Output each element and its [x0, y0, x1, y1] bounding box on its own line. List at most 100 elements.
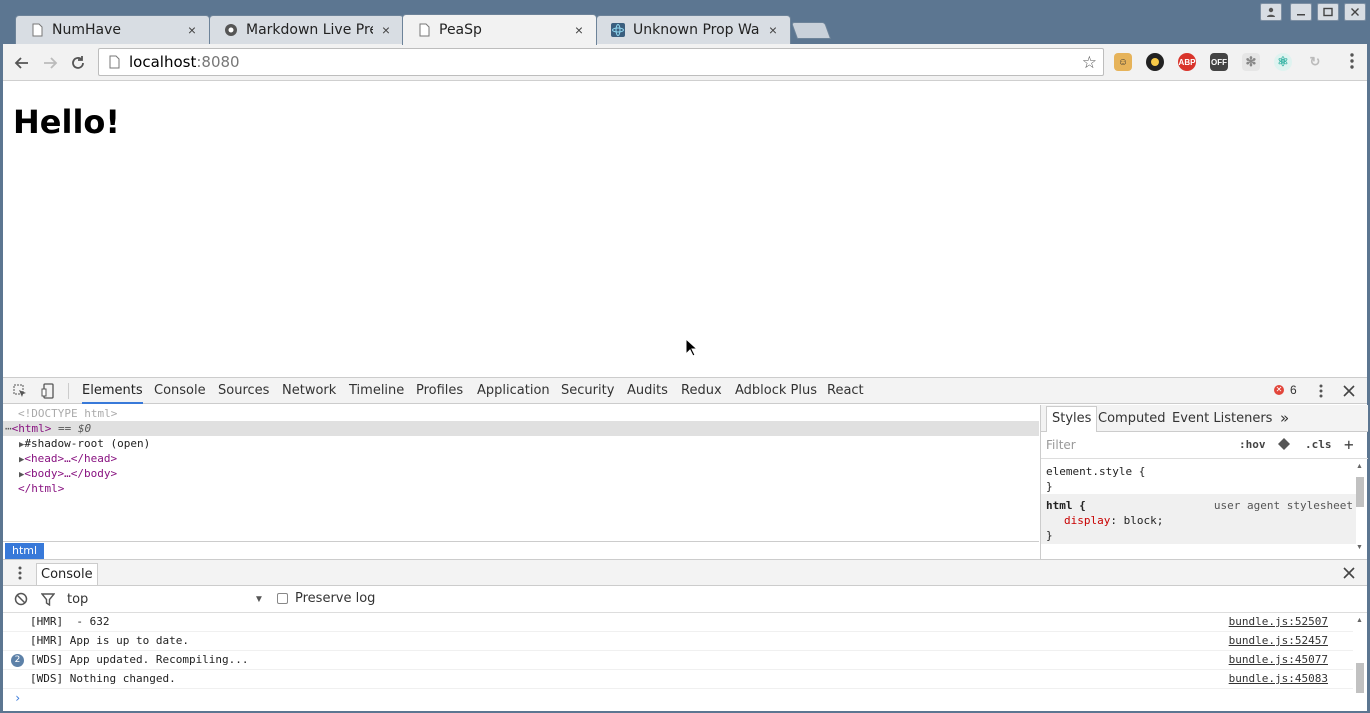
styles-scrollbar[interactable]: ▲ ▼	[1355, 463, 1365, 551]
inspect-element-icon[interactable]	[11, 382, 29, 400]
add-rule-button[interactable]: +	[1344, 435, 1354, 454]
more-tabs-icon[interactable]: »	[1280, 405, 1289, 432]
drawer-menu-icon[interactable]	[11, 564, 29, 582]
close-icon[interactable]: ×	[185, 22, 199, 38]
window-close-icon[interactable]	[1344, 3, 1366, 21]
error-count-badge[interactable]: ✕ 6	[1274, 383, 1297, 397]
tab-redux[interactable]: Redux	[681, 378, 722, 404]
close-icon[interactable]: ×	[572, 22, 586, 38]
bookmark-star-icon[interactable]: ☆	[1082, 53, 1097, 73]
tab-markdown-live-preview[interactable]: Markdown Live Pre ×	[209, 15, 404, 44]
message-source-link[interactable]: bundle.js:52507	[1229, 613, 1328, 631]
display-property[interactable]: display: block;	[1064, 513, 1163, 528]
reload-icon[interactable]	[67, 52, 89, 74]
new-tab-button[interactable]	[790, 22, 832, 39]
extension-off-icon[interactable]: OFF	[1210, 53, 1228, 71]
scrollbar-thumb[interactable]	[1356, 663, 1364, 693]
url-port: :8080	[196, 53, 240, 71]
class-toggle[interactable]: .cls	[1305, 438, 1332, 451]
chevron-down-icon[interactable]: ▼	[254, 594, 264, 605]
ellipsis-icon: ⋯	[5, 422, 12, 435]
devtools-panel: Elements Console Sources Network Timelin…	[3, 377, 1368, 711]
message-source-link[interactable]: bundle.js:45077	[1229, 651, 1328, 669]
paint-bucket-icon[interactable]	[1277, 437, 1291, 454]
filter-icon[interactable]	[39, 590, 57, 608]
page-heading: Hello!	[13, 103, 120, 141]
adblock-plus-icon[interactable]: ABP	[1178, 53, 1196, 71]
tab-unknown-prop-warning[interactable]: Unknown Prop War ×	[596, 15, 791, 44]
tab-strip: NumHave × Markdown Live Pre × PeaSp × Un…	[0, 0, 1370, 45]
tab-computed[interactable]: Computed	[1098, 405, 1166, 432]
console-prompt[interactable]: ›	[14, 691, 21, 705]
tab-timeline[interactable]: Timeline	[349, 378, 404, 404]
back-icon[interactable]	[11, 52, 33, 74]
drawer-tab-console[interactable]: Console	[36, 563, 98, 585]
tab-application[interactable]: Application	[477, 378, 550, 404]
maximize-icon[interactable]	[1317, 3, 1339, 21]
dom-node-head[interactable]: ▶<head>…</head>	[3, 451, 1039, 466]
hover-state-toggle[interactable]: :hov	[1239, 438, 1266, 451]
redux-devtools-icon[interactable]: ↻	[1306, 53, 1324, 71]
close-icon[interactable]: ×	[766, 22, 780, 38]
scroll-up-icon[interactable]: ▲	[1356, 463, 1363, 470]
repeat-count-badge: 2	[11, 654, 24, 667]
message-source-link[interactable]: bundle.js:52457	[1229, 632, 1328, 650]
tab-network[interactable]: Network	[282, 378, 336, 404]
breadcrumb-html[interactable]: html	[5, 543, 45, 559]
forward-icon[interactable]	[39, 52, 61, 74]
close-icon[interactable]: ×	[379, 22, 393, 38]
tab-sources[interactable]: Sources	[218, 378, 269, 404]
dom-node-shadow-root[interactable]: ▶#shadow-root (open)	[3, 436, 1039, 451]
extension-ghost-icon[interactable]: ☺	[1114, 53, 1132, 71]
context-selector[interactable]: top	[67, 592, 88, 607]
tab-title: Unknown Prop War	[633, 22, 760, 38]
react-devtools-icon[interactable]: ⚛	[1274, 53, 1292, 71]
scroll-down-icon[interactable]: ▼	[1356, 544, 1363, 551]
preserve-log-checkbox[interactable]: Preserve log	[277, 591, 375, 606]
tab-styles[interactable]: Styles	[1046, 406, 1098, 432]
dom-node-doctype[interactable]: <!DOCTYPE html>	[3, 406, 1039, 421]
extension-gear-icon[interactable]: ✻	[1242, 53, 1260, 71]
scrollbar-thumb[interactable]	[1356, 477, 1364, 507]
shadow-root-text: #shadow-root (open)	[24, 437, 151, 450]
chrome-menu-icon[interactable]	[1349, 52, 1355, 70]
drawer-header: Console	[3, 559, 1367, 586]
style-rules: element.style { } html { user agent styl…	[1041, 460, 1356, 544]
tab-audits[interactable]: Audits	[627, 378, 668, 404]
tab-peasp[interactable]: PeaSp ×	[402, 14, 597, 45]
extension-colorwheel-icon[interactable]	[1146, 53, 1164, 71]
dom-node-html-close[interactable]: </html>	[3, 481, 1039, 496]
rule-close-brace: }	[1046, 479, 1053, 494]
address-bar[interactable]: localhost:8080 ☆	[98, 48, 1104, 76]
tab-profiles[interactable]: Profiles	[416, 378, 463, 404]
browser-window: NumHave × Markdown Live Pre × PeaSp × Un…	[0, 0, 1370, 713]
dom-node-body[interactable]: ▶<body>…</body>	[3, 466, 1039, 481]
clear-console-icon[interactable]	[12, 590, 30, 608]
page-info-icon[interactable]	[107, 55, 121, 69]
tab-event-listeners[interactable]: Event Listeners	[1172, 405, 1272, 432]
device-toolbar-icon[interactable]	[39, 382, 57, 400]
tab-numhave[interactable]: NumHave ×	[15, 15, 210, 44]
devtools-menu-icon[interactable]	[1312, 382, 1330, 400]
message-source-link[interactable]: bundle.js:45083	[1229, 670, 1328, 688]
tab-console[interactable]: Console	[154, 378, 206, 404]
user-agent-stylesheet-label[interactable]: user agent stylesheet	[1214, 498, 1353, 513]
checkbox-box[interactable]	[277, 593, 288, 604]
dom-node-html[interactable]: ⋯<html> == $0	[3, 421, 1039, 436]
console-message: [WDS] Nothing changed. bundle.js:45083	[3, 670, 1353, 689]
devtools-close-icon[interactable]	[1340, 382, 1358, 400]
tab-react[interactable]: React	[827, 378, 864, 404]
user-profile-icon[interactable]	[1260, 3, 1282, 21]
console-scrollbar[interactable]: ▲	[1355, 613, 1365, 695]
toolbar-divider	[68, 383, 69, 399]
tab-elements[interactable]: Elements	[82, 378, 143, 404]
element-style-rule[interactable]: element.style {	[1046, 464, 1145, 479]
styles-filter-input[interactable]: Filter	[1046, 438, 1076, 452]
tab-security[interactable]: Security	[561, 378, 614, 404]
scroll-up-icon[interactable]: ▲	[1356, 617, 1363, 624]
drawer-close-icon[interactable]	[1340, 564, 1358, 582]
minimize-icon[interactable]	[1290, 3, 1312, 21]
property-name: display	[1064, 514, 1111, 527]
rule-close-brace: }	[1046, 528, 1053, 543]
tab-adblock-plus[interactable]: Adblock Plus	[735, 378, 817, 404]
